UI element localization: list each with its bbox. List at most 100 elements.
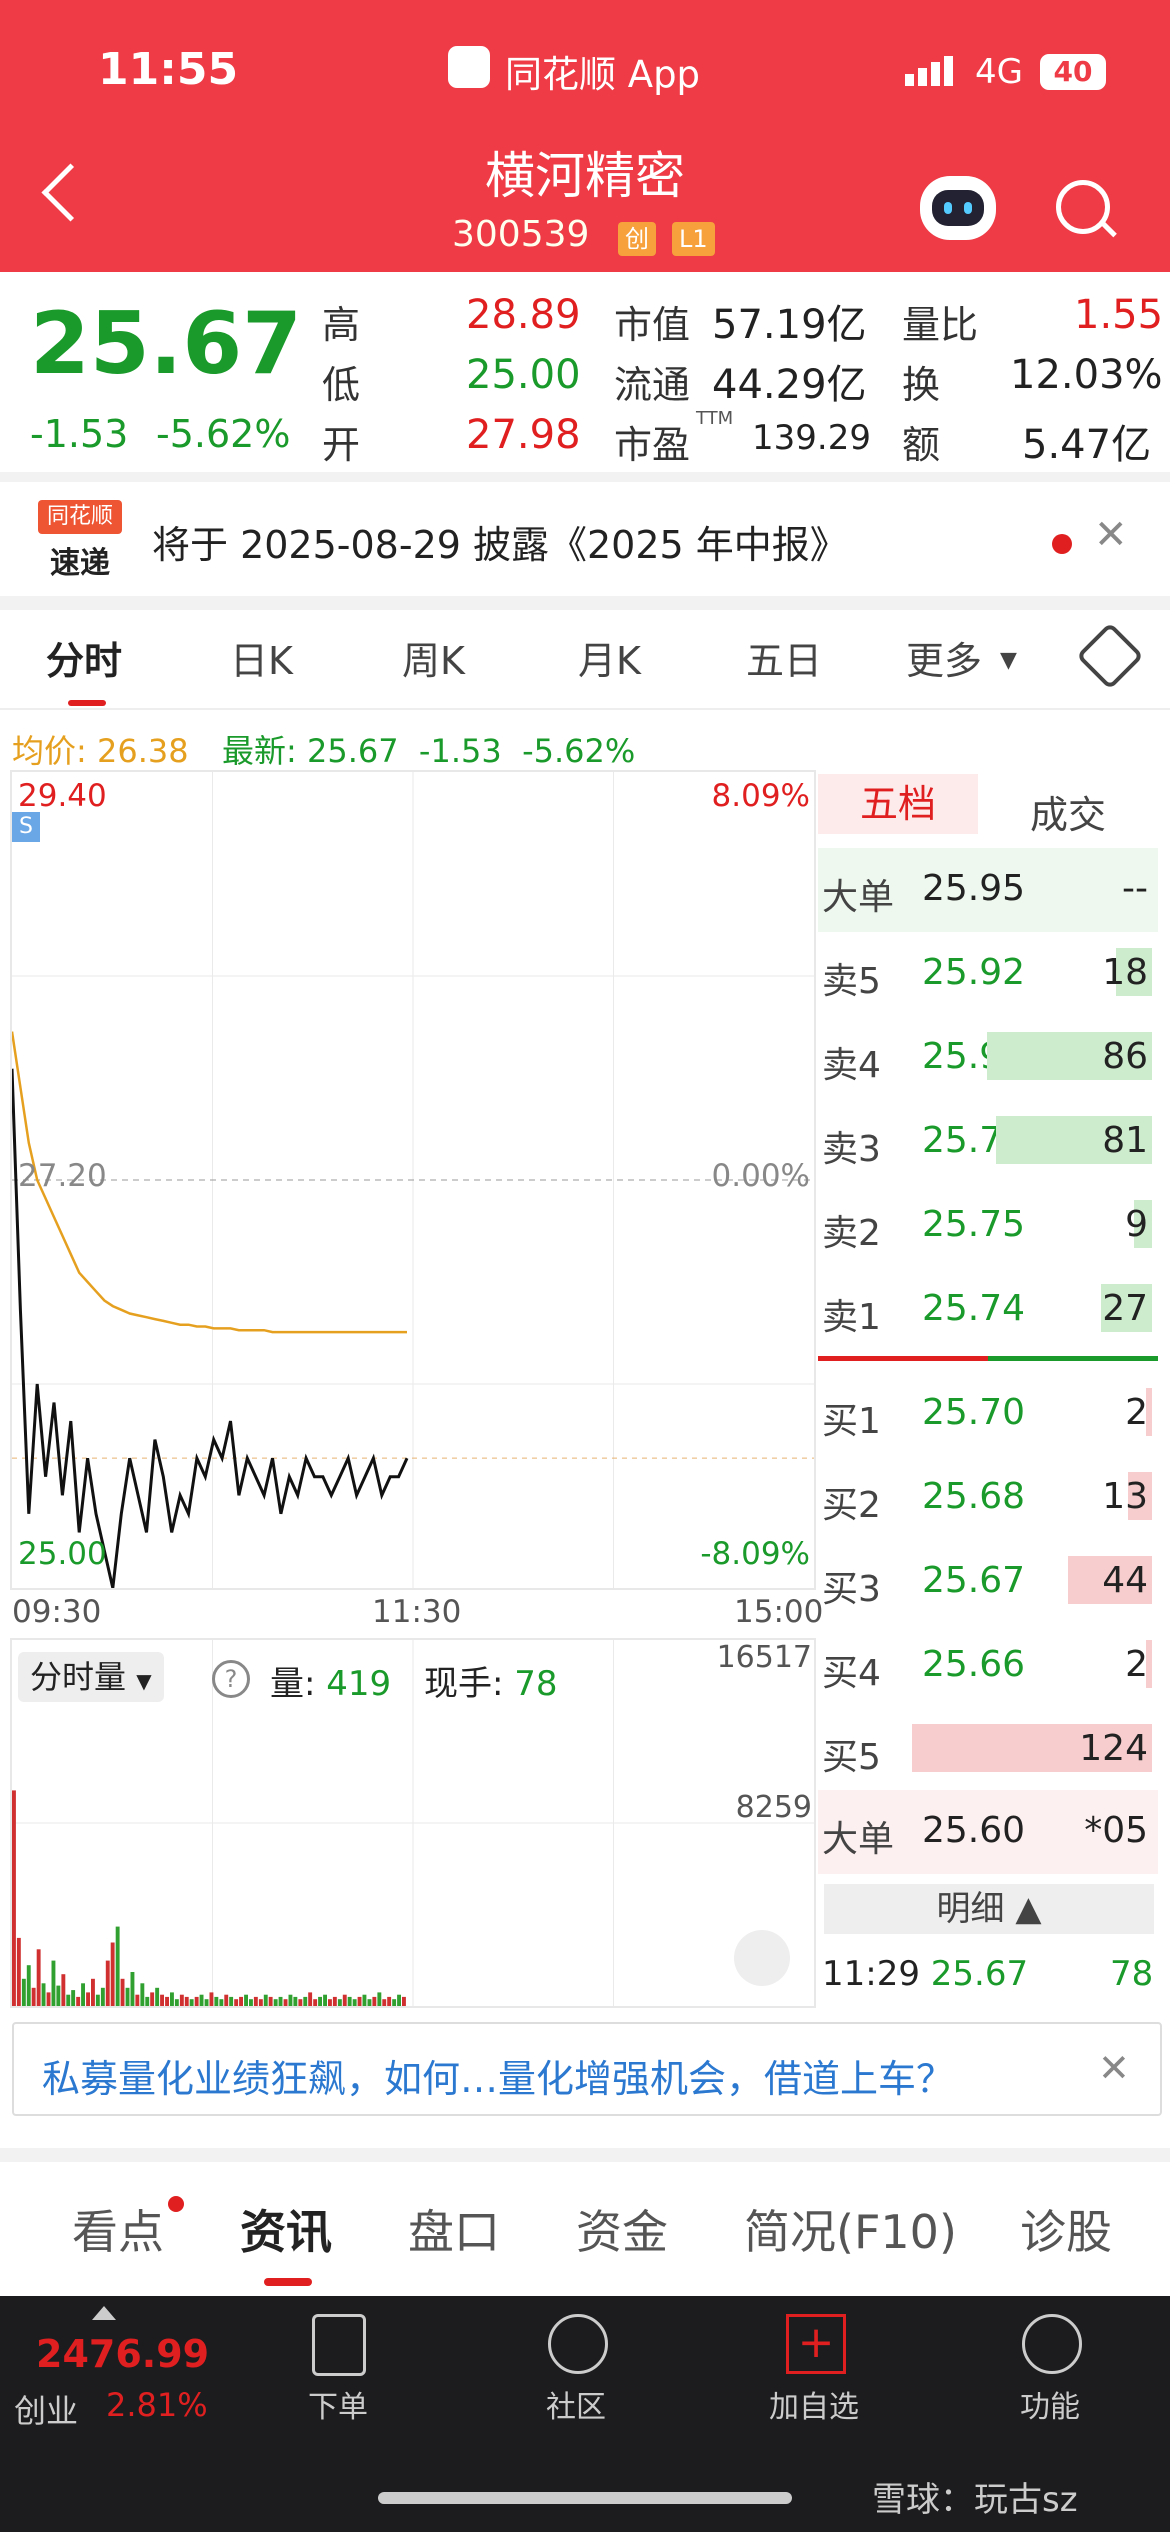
index-name: 创业 xyxy=(14,2392,79,2430)
volume-bar xyxy=(278,1996,283,2006)
volume-bar xyxy=(189,1999,194,2006)
buy-row: 买1 25.70 2 xyxy=(818,1372,1158,1456)
volume-bar xyxy=(105,1960,110,2006)
volume-bar xyxy=(342,1994,347,2006)
volume-bar xyxy=(120,1978,125,2006)
volume-indicator-select[interactable]: 分时量 ▼ xyxy=(18,1652,164,1702)
volume-bar xyxy=(100,1987,105,2006)
tab-more[interactable]: 更多 xyxy=(906,630,982,685)
detail-toggle[interactable]: 明细 ▲ xyxy=(824,1884,1154,1934)
volume-bar xyxy=(160,1994,164,2006)
tab-indicator xyxy=(264,2278,312,2286)
volume-bar xyxy=(12,1790,16,2006)
volume-bar xyxy=(293,1996,298,2006)
volume-bar xyxy=(372,1996,377,2006)
volume-bar xyxy=(224,1994,229,2006)
help-icon[interactable]: ? xyxy=(212,1660,250,1698)
price-change: -1.53 xyxy=(30,412,129,456)
footer-function[interactable]: 功能 xyxy=(1002,2382,1098,2426)
volume-bar xyxy=(382,1999,387,2006)
buy-row: 买2 25.68 13 xyxy=(818,1456,1158,1540)
volume-bar xyxy=(352,1999,357,2006)
volume-bar xyxy=(61,1974,66,2006)
signal-icon xyxy=(905,56,957,86)
close-icon[interactable]: ✕ xyxy=(1094,512,1128,558)
vr-label: 量比 xyxy=(902,303,979,347)
tab-news[interactable]: 资讯 xyxy=(240,2196,332,2262)
unread-dot xyxy=(1052,534,1072,554)
volume-bar xyxy=(347,1996,352,2006)
volume-bar xyxy=(387,1996,392,2006)
sell-row: 卖3 25.78 81 xyxy=(818,1100,1158,1184)
volume-bar xyxy=(56,1985,61,2006)
menu-icon[interactable] xyxy=(1022,2314,1082,2374)
last-price: 25.67 xyxy=(30,294,303,394)
s-badge[interactable]: S xyxy=(12,812,40,842)
footer-order[interactable]: 下单 xyxy=(290,2382,386,2426)
board-tag: 创 xyxy=(618,222,656,256)
index-value[interactable]: 2476.99 xyxy=(36,2332,209,2376)
tab-order-book[interactable]: 盘口 xyxy=(408,2196,500,2262)
tab-five-day[interactable]: 五日 xyxy=(746,630,822,685)
last-trade: 11:29 25.67 xyxy=(822,1954,1029,1994)
buy-row: 买3 25.67 44 xyxy=(818,1540,1158,1624)
close-icon[interactable]: ✕ xyxy=(1098,2046,1130,2090)
tab-highlights[interactable]: 看点 xyxy=(72,2196,164,2262)
volume-bar xyxy=(179,1994,184,2006)
banner-text: 私募量化业绩狂飙，如何…量化增强机会，借道上车？ xyxy=(42,2057,955,2101)
intraday-chart[interactable]: 29.40 27.20 25.00 8.09% 0.00% -8.09% S xyxy=(10,770,816,1590)
mcap-label: 市值 xyxy=(614,303,691,347)
status-time: 11:55 xyxy=(98,44,239,95)
tab-intraday[interactable]: 分时 xyxy=(46,630,122,685)
float-value: 44.29亿 xyxy=(712,362,867,408)
volume-bar xyxy=(184,1996,189,2006)
volume-bar xyxy=(71,1990,76,2006)
volume-chart[interactable]: 分时量 ▼ ? 量: 419 现手: 78 16517 8259 xyxy=(10,1638,816,2008)
tab-f10[interactable]: 简况(F10) xyxy=(744,2196,957,2262)
big-order-row: 大单 25.95 -- xyxy=(818,848,1158,932)
volume-bar xyxy=(110,1942,115,2006)
pe-label: 市盈 xyxy=(614,423,691,467)
volume-bar xyxy=(199,1994,204,2006)
robot-icon[interactable] xyxy=(920,176,996,240)
tab-five-level[interactable]: 五档 xyxy=(818,774,978,834)
tab-monthly-k[interactable]: 月K xyxy=(578,630,641,685)
tab-daily-k[interactable]: 日K xyxy=(230,630,293,685)
bottom-bar: 2476.99 创业 2.81% 下单 社区 + 加自选 功能 雪球：玩古sz xyxy=(0,2296,1170,2532)
pct-min-label: -8.09% xyxy=(700,1536,810,1572)
volume-bar xyxy=(229,1996,234,2006)
tab-weekly-k[interactable]: 周K xyxy=(402,630,465,685)
y-min-label: 25.00 xyxy=(18,1536,107,1572)
volume-bar xyxy=(51,1960,56,2006)
volume-bar xyxy=(46,1992,51,2006)
spread-divider xyxy=(818,1356,1158,1361)
tab-trades[interactable]: 成交 xyxy=(1030,784,1106,839)
level-tag: L1 xyxy=(672,222,715,256)
volume-bar xyxy=(323,1994,327,2006)
footer-community[interactable]: 社区 xyxy=(528,2382,624,2426)
volume-bar xyxy=(174,1999,179,2006)
footer-add-watchlist[interactable]: 加自选 xyxy=(754,2382,874,2426)
buy-row: 买525.65124 xyxy=(818,1708,1158,1792)
notice-text: 将于 2025-08-29 披露《2025 年中报》 xyxy=(152,523,848,567)
volume-bar xyxy=(41,1983,46,2006)
volume-bar xyxy=(214,1996,219,2006)
volume-bar xyxy=(298,1999,303,2006)
volume-bar xyxy=(263,1994,268,2006)
volume-bar xyxy=(234,1999,239,2006)
settings-icon[interactable] xyxy=(1076,622,1144,690)
ad-banner[interactable]: 私募量化业绩狂飙，如何…量化增强机会，借道上车？ ✕ xyxy=(12,2022,1162,2116)
open-label: 开 xyxy=(322,423,361,467)
tab-capital[interactable]: 资金 xyxy=(576,2196,668,2262)
sell-row: 卖4 25.90 86 xyxy=(818,1016,1158,1100)
pct-mid-label: 0.00% xyxy=(711,1158,810,1194)
tab-diagnosis[interactable]: 诊股 xyxy=(1020,2196,1112,2262)
notice-bar[interactable]: 同花顺 速递 将于 2025-08-29 披露《2025 年中报》 ✕ xyxy=(0,484,1170,596)
volume-bar xyxy=(209,1992,214,2006)
expand-icon[interactable] xyxy=(734,1930,790,1986)
add-watchlist-icon[interactable]: + xyxy=(786,2314,846,2374)
last-trade-vol: 78 xyxy=(1110,1954,1154,1994)
order-icon[interactable] xyxy=(312,2314,366,2376)
community-icon[interactable] xyxy=(548,2314,608,2374)
high-value: 28.89 xyxy=(466,292,581,338)
